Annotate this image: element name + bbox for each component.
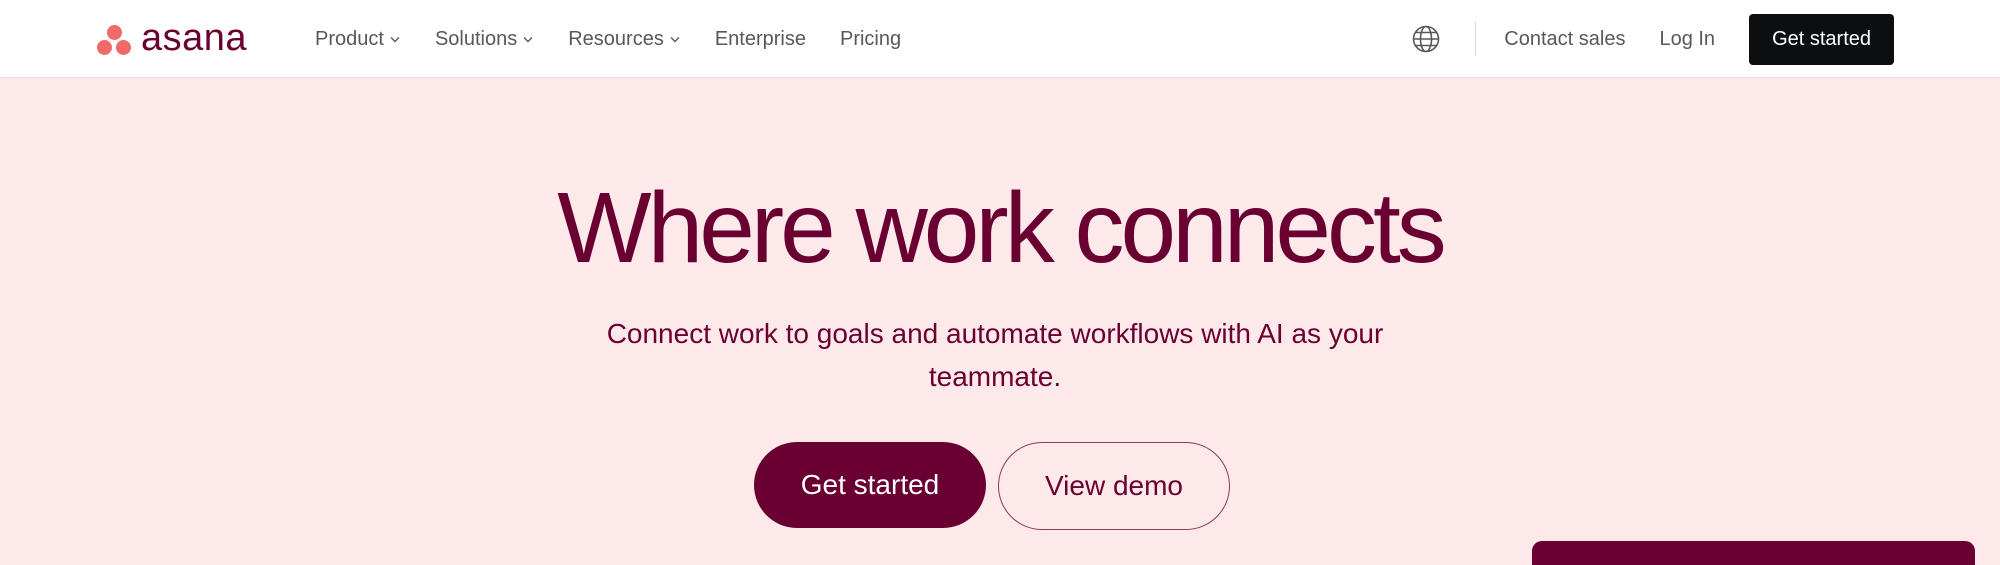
contact-sales-link[interactable]: Contact sales [1504, 28, 1625, 51]
brand-name: asana [141, 17, 248, 59]
globe-icon[interactable] [1411, 24, 1441, 54]
hero-section: Where work connects Connect work to goal… [0, 78, 2000, 565]
hero-title: Where work connects [557, 172, 1446, 284]
chevron-down-icon [390, 37, 400, 43]
get-started-button[interactable]: Get started [754, 442, 986, 528]
hero-cta-group: Get started View demo [0, 442, 2000, 530]
nav-item-label: Pricing [839, 27, 902, 50]
view-demo-button[interactable]: View demo [998, 442, 1230, 530]
chevron-down-icon [670, 37, 680, 43]
nav-get-started-button[interactable]: Get started [1749, 13, 1894, 65]
nav-item-label: Enterprise [714, 27, 806, 50]
asana-logo[interactable]: asana [97, 17, 248, 60]
nav-divider [1475, 22, 1477, 56]
nav-item-solutions[interactable]: Solutions [435, 28, 534, 51]
nav-item-resources[interactable]: Resources [568, 28, 681, 51]
log-in-link[interactable]: Log In [1659, 28, 1715, 51]
nav-item-label: Product [315, 27, 384, 50]
top-navigation-bar: asana Product Solutions Resources Enterp… [0, 0, 2000, 78]
nav-item-product[interactable]: Product [315, 28, 401, 51]
nav-item-enterprise[interactable]: Enterprise [715, 28, 806, 51]
nav-item-label: Resources [568, 27, 664, 50]
main-nav: Product Solutions Resources Enterprise P… [315, 0, 901, 78]
nav-item-label: Solutions [434, 27, 518, 50]
nav-item-pricing[interactable]: Pricing [840, 28, 901, 51]
asana-logo-icon [97, 23, 131, 57]
chat-widget-tab[interactable] [1532, 541, 1975, 565]
nav-actions: Contact sales Log In Get started [1411, 0, 1894, 78]
hero-subtitle: Connect work to goals and automate workf… [606, 318, 1384, 392]
chevron-down-icon [523, 37, 533, 43]
